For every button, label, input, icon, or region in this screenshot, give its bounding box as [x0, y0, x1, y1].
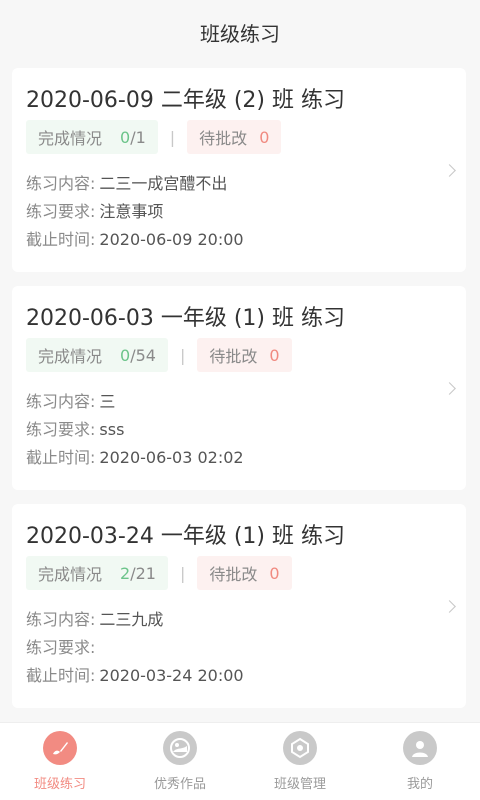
- exercise-stats: 完成情况 0 /1 | 待批改 0: [26, 120, 282, 154]
- content-line: 练习内容: 二三一成宫醴不出: [26, 170, 227, 194]
- requirement-value: sss: [99, 420, 125, 439]
- pending-badge: 待批改 0: [197, 338, 292, 372]
- exercise-card[interactable]: 2020-06-03 一年级 (1) 班 练习 完成情况 0 /54 | 待批改…: [12, 286, 466, 490]
- stats-divider: |: [179, 563, 186, 583]
- exercise-title: 2020-06-03 一年级 (1) 班 练习: [26, 306, 345, 331]
- chevron-right-icon: [443, 600, 456, 613]
- deadline-label: 截止时间:: [26, 448, 96, 467]
- completion-label: 完成情况: [38, 129, 103, 148]
- deadline-label: 截止时间:: [26, 230, 96, 249]
- pending-count: 0: [269, 563, 280, 583]
- tab-label: 班级管理: [273, 777, 326, 792]
- deadline-value: 2020-03-24 20:00: [99, 666, 244, 685]
- profile-icon: [403, 731, 437, 765]
- brush-icon: [43, 731, 77, 765]
- content-value: 二三一成宫醴不出: [99, 174, 228, 193]
- pending-label: 待批改: [209, 347, 258, 366]
- app-root: 班级练习 2020-06-09 二年级 (2) 班 练习 完成情况 0 /1 |…: [0, 0, 480, 800]
- class-manage-icon: [283, 731, 317, 765]
- content-value: 三: [99, 392, 116, 411]
- requirement-line: 练习要求: 注意事项: [26, 198, 163, 222]
- bottom-tab-bar: 班级练习 优秀作品 班级管理 我的: [0, 722, 480, 800]
- exercise-stats: 完成情况 2 /21 | 待批改 0: [26, 556, 292, 590]
- requirement-line: 练习要求: sss: [26, 416, 124, 440]
- tab-class-manage[interactable]: 班级管理: [240, 723, 360, 800]
- deadline-value: 2020-06-09 20:00: [99, 230, 244, 249]
- deadline-line: 截止时间: 2020-03-24 20:00: [26, 662, 244, 686]
- completion-count: 0: [120, 127, 131, 147]
- exercise-card[interactable]: 2020-06-09 二年级 (2) 班 练习 完成情况 0 /1 | 待批改 …: [12, 68, 466, 272]
- stats-divider: |: [179, 345, 186, 365]
- pending-badge: 待批改 0: [187, 120, 282, 154]
- pending-label: 待批改: [209, 565, 258, 584]
- completion-badge: 完成情况 2 /21: [26, 556, 168, 590]
- content-line: 练习内容: 二三九成: [26, 606, 163, 630]
- exercise-title: 2020-03-24 一年级 (1) 班 练习: [26, 524, 345, 549]
- page-title: 班级练习: [200, 21, 280, 46]
- tab-class-exercise[interactable]: 班级练习: [0, 723, 120, 800]
- pending-count: 0: [259, 127, 270, 147]
- completion-count: 0: [120, 345, 131, 365]
- chevron-right-icon: [443, 382, 456, 395]
- pending-badge: 待批改 0: [197, 556, 292, 590]
- tab-label: 班级练习: [33, 777, 86, 792]
- tab-mine[interactable]: 我的: [360, 723, 480, 800]
- completion-badge: 完成情况 0 /1: [26, 120, 158, 154]
- requirement-label: 练习要求:: [26, 638, 96, 657]
- completion-total: /54: [130, 345, 156, 365]
- pending-count: 0: [269, 345, 280, 365]
- exercise-stats: 完成情况 0 /54 | 待批改 0: [26, 338, 292, 372]
- exercise-title: 2020-06-09 二年级 (2) 班 练习: [26, 88, 345, 113]
- nav-header: 班级练习: [0, 0, 480, 64]
- deadline-value: 2020-06-03 02:02: [99, 448, 244, 467]
- pending-label: 待批改: [199, 129, 248, 148]
- completion-label: 完成情况: [38, 347, 103, 366]
- requirement-value: 注意事项: [99, 202, 164, 221]
- content-label: 练习内容:: [26, 610, 96, 629]
- completion-label: 完成情况: [38, 565, 103, 584]
- deadline-line: 截止时间: 2020-06-09 20:00: [26, 226, 244, 250]
- requirement-label: 练习要求:: [26, 202, 96, 221]
- content-line: 练习内容: 三: [26, 388, 115, 412]
- requirement-label: 练习要求:: [26, 420, 96, 439]
- tab-excellent-works[interactable]: 优秀作品: [120, 723, 240, 800]
- content-label: 练习内容:: [26, 392, 96, 411]
- completion-count: 2: [120, 563, 131, 583]
- tab-label: 我的: [406, 777, 433, 792]
- tab-label: 优秀作品: [153, 777, 206, 792]
- completion-total: /1: [130, 127, 146, 147]
- deadline-label: 截止时间:: [26, 666, 96, 685]
- exercise-card[interactable]: 2020-03-24 一年级 (1) 班 练习 完成情况 2 /21 | 待批改…: [12, 504, 466, 708]
- completion-total: /21: [130, 563, 156, 583]
- requirement-line: 练习要求:: [26, 634, 99, 658]
- stats-divider: |: [169, 127, 176, 147]
- gallery-icon: [163, 731, 197, 765]
- content-label: 练习内容:: [26, 174, 96, 193]
- content-value: 二三九成: [99, 610, 164, 629]
- deadline-line: 截止时间: 2020-06-03 02:02: [26, 444, 244, 468]
- chevron-right-icon: [443, 164, 456, 177]
- completion-badge: 完成情况 0 /54: [26, 338, 168, 372]
